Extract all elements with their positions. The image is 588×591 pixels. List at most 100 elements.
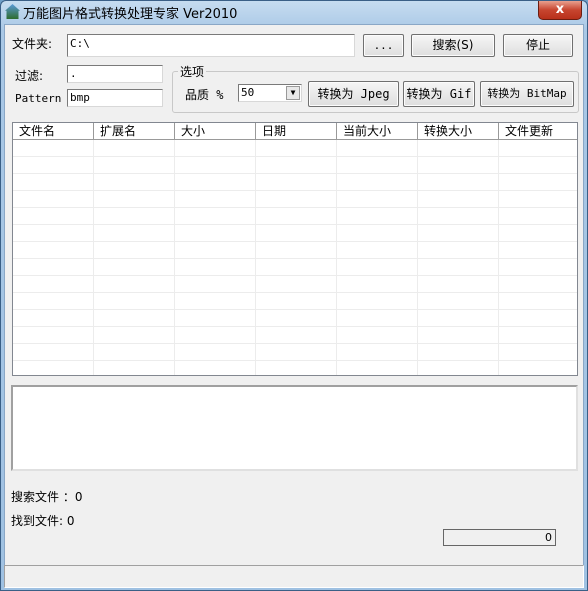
table-cell [13,157,94,173]
table-cell [418,140,499,156]
close-button[interactable]: x [538,1,582,20]
table-cell [13,327,94,343]
table-cell [175,191,256,207]
table-cell [337,140,418,156]
table-cell [337,276,418,292]
search-files-count: 0 [74,490,83,504]
table-cell [94,310,175,326]
search-button[interactable]: 搜索(S) [411,34,495,57]
list-header: 文件名 扩展名 大小 日期 当前大小 转换大小 文件更新 [13,123,577,140]
table-cell [418,327,499,343]
quality-select[interactable]: 50 ▼ [238,84,302,102]
table-cell [499,344,577,360]
table-cell [499,157,577,173]
table-cell [337,191,418,207]
table-cell [499,259,577,275]
table-cell [418,174,499,190]
table-row [13,157,577,174]
table-cell [94,208,175,224]
table-cell [175,361,256,375]
table-cell [13,174,94,190]
table-cell [337,344,418,360]
table-cell [337,327,418,343]
table-cell [337,225,418,241]
found-files-text: 找到文件: [11,514,64,528]
convert-jpeg-button[interactable]: 转换为 Jpeg [308,81,399,107]
chevron-down-icon[interactable]: ▼ [286,86,300,100]
table-cell [175,259,256,275]
table-cell [13,191,94,207]
table-cell [13,208,94,224]
table-cell [256,225,337,241]
found-files-count: 0 [66,514,75,528]
convert-gif-button[interactable]: 转换为 Gif [403,81,475,107]
table-cell [499,174,577,190]
table-cell [499,327,577,343]
table-cell [337,174,418,190]
table-cell [337,361,418,375]
table-row [13,276,577,293]
table-cell [499,276,577,292]
stop-button[interactable]: 停止 [503,34,573,57]
folder-input[interactable]: C:\ [67,34,355,57]
column-header[interactable]: 文件名 [13,123,94,139]
options-group-label: 选项 [178,63,207,80]
quality-value: 50 [241,86,255,99]
table-cell [94,157,175,173]
table-cell [94,174,175,190]
table-cell [256,242,337,258]
column-header[interactable]: 当前大小 [337,123,418,139]
file-list[interactable]: 文件名 扩展名 大小 日期 当前大小 转换大小 文件更新 [12,122,578,376]
table-cell [418,361,499,375]
filter-input[interactable]: . [67,65,163,83]
table-cell [418,191,499,207]
table-cell [418,276,499,292]
table-row [13,225,577,242]
pattern-input[interactable]: bmp [67,89,163,107]
table-cell [418,157,499,173]
table-row [13,310,577,327]
table-cell [94,140,175,156]
window-title: 万能图片格式转换处理专家 Ver2010 [23,7,238,22]
column-header[interactable]: 大小 [175,123,256,139]
table-cell [94,293,175,309]
table-cell [13,276,94,292]
table-row [13,293,577,310]
table-cell [256,361,337,375]
table-row [13,327,577,344]
column-header[interactable]: 转换大小 [418,123,499,139]
table-cell [418,242,499,258]
table-cell [175,157,256,173]
table-cell [175,344,256,360]
table-cell [337,310,418,326]
table-cell [256,310,337,326]
column-header[interactable]: 扩展名 [94,123,175,139]
filter-label: 过滤: [15,69,44,83]
table-cell [337,157,418,173]
table-cell [418,310,499,326]
quality-label: 品质 % [185,88,224,102]
status-bar [4,565,584,588]
table-cell [337,259,418,275]
table-cell [499,140,577,156]
found-files-label: 找到文件: 0 [11,512,75,529]
column-header[interactable]: 文件更新 [499,123,577,139]
table-cell [256,344,337,360]
table-cell [499,242,577,258]
table-cell [13,361,94,375]
table-cell [499,293,577,309]
log-textarea[interactable] [11,385,578,471]
table-cell [175,293,256,309]
table-cell [256,157,337,173]
table-cell [256,174,337,190]
table-cell [94,276,175,292]
table-cell [499,310,577,326]
table-cell [256,191,337,207]
table-row [13,191,577,208]
table-cell [13,293,94,309]
convert-bitmap-button[interactable]: 转换为 BitMap [480,81,574,107]
column-header[interactable]: 日期 [256,123,337,139]
browse-button[interactable]: ... [363,34,404,57]
table-cell [418,208,499,224]
table-cell [499,208,577,224]
